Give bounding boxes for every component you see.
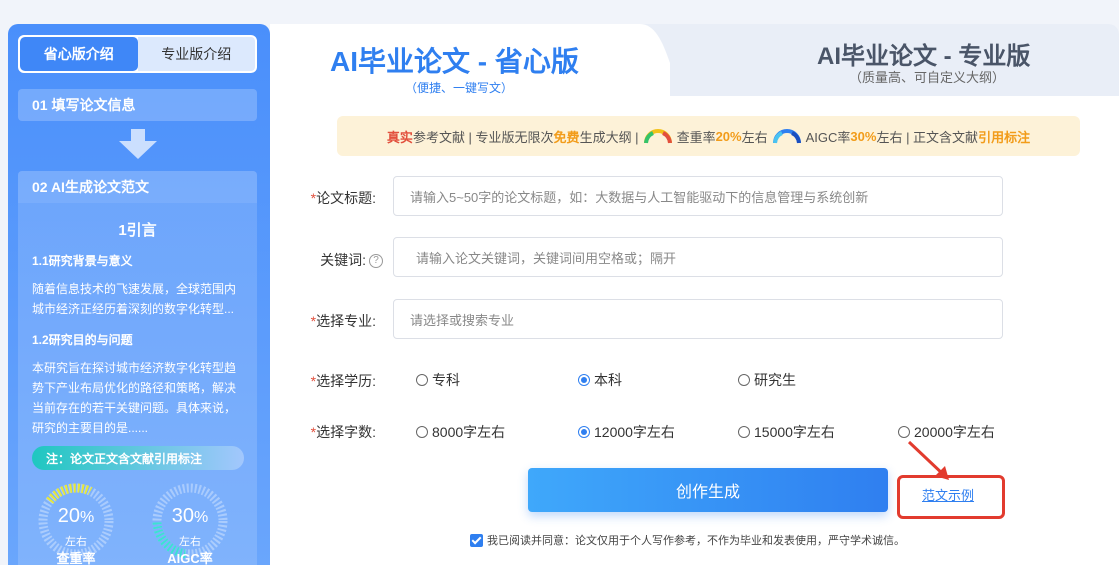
percent-unit: % bbox=[80, 509, 95, 526]
sample-section-body: 随着信息技术的飞速发展，全球范围内城市经济正经历着深刻的数字化转型... bbox=[32, 282, 237, 316]
banner-text: AIGC率 bbox=[805, 129, 851, 145]
radio-icon bbox=[416, 374, 428, 386]
page-subtitle: （便捷、一键写文） bbox=[405, 81, 514, 95]
degree-label: *选择学历: bbox=[276, 371, 376, 391]
label-text: 选择学历: bbox=[316, 373, 376, 389]
sample-section-body: 本研究旨在探讨城市经济数字化转型趋势下产业布局优化的路径和策略，解决当前存在的若… bbox=[32, 361, 237, 435]
banner-highlight: 30% bbox=[850, 128, 877, 144]
plagiarism-gauge: 20% 左右 查重率 bbox=[36, 481, 116, 565]
radio-icon bbox=[898, 426, 910, 438]
label-text: 选择专业: bbox=[316, 313, 376, 329]
help-icon[interactable]: ? bbox=[369, 254, 383, 269]
tab-basic-intro[interactable]: 省心版介绍 bbox=[20, 37, 138, 71]
sample-preview: 1引言 1.1研究背景与意义 随着信息技术的飞速发展，全球范围内城市经济正经历着… bbox=[18, 203, 257, 565]
gauge-approx: 左右 bbox=[179, 536, 201, 548]
gauge-label: 查重率 bbox=[56, 551, 96, 565]
title-label: *论文标题: bbox=[276, 188, 376, 208]
radio-label: 研究生 bbox=[754, 372, 796, 388]
sample-section-title: 1.1研究背景与意义 bbox=[32, 254, 133, 268]
degree-option-graduate[interactable]: 研究生 bbox=[738, 370, 796, 390]
banner-text: 左右 | 正文含文献 bbox=[876, 129, 979, 145]
radio-label: 本科 bbox=[594, 372, 622, 388]
keywords-label: 关键词:? bbox=[283, 250, 383, 270]
words-option-12000[interactable]: 12000字左右 bbox=[578, 422, 675, 442]
step-fill-info: 01 填写论文信息 bbox=[18, 89, 257, 121]
radio-label: 8000字左右 bbox=[432, 424, 506, 440]
radio-icon bbox=[416, 426, 428, 438]
gauge-icon bbox=[643, 129, 672, 144]
banner-text: 查重率 bbox=[676, 129, 716, 145]
radio-label: 15000字左右 bbox=[754, 424, 835, 440]
keywords-input[interactable]: 请输入论文关键词，关键词间用空格或；隔开 bbox=[393, 237, 1003, 277]
agreement-row[interactable]: 我已阅读并同意：论文仅用于个人写作参考，不作为毕业和发表使用，严守学术诚信。 bbox=[470, 532, 905, 548]
generate-button[interactable]: 创作生成 bbox=[528, 468, 888, 512]
sample-chapter-title: 1引言 bbox=[118, 222, 157, 239]
aigc-gauge: 30% 左右 AIGC率 bbox=[150, 481, 230, 565]
words-option-15000[interactable]: 15000字左右 bbox=[738, 422, 835, 442]
sample-example-link[interactable]: 范文示例 bbox=[922, 485, 974, 504]
degree-option-bachelor[interactable]: 本科 bbox=[578, 370, 622, 390]
radio-icon bbox=[578, 374, 590, 386]
label-text: 选择字数: bbox=[316, 424, 376, 440]
title-placeholder: 请输入5~50字的论文标题，如：大数据与人工智能驱动下的信息管理与系统创新 bbox=[410, 189, 869, 205]
tab-curve bbox=[640, 24, 700, 96]
keywords-placeholder: 请输入论文关键词，关键词间用空格或；隔开 bbox=[416, 250, 677, 266]
degree-option-junior[interactable]: 专科 bbox=[416, 370, 460, 390]
radio-icon bbox=[578, 426, 590, 438]
aigc-value: 30 bbox=[171, 505, 194, 527]
sidebar: 省心版介绍 专业版介绍 01 填写论文信息 02 AI生成论文范文 1引言 1.… bbox=[8, 24, 270, 565]
plagiarism-value: 20 bbox=[57, 505, 80, 527]
major-label: *选择专业: bbox=[276, 311, 376, 331]
banner-text: 左右 bbox=[741, 129, 768, 145]
label-text: 关键词: bbox=[320, 252, 366, 268]
gauge-label: AIGC率 bbox=[167, 551, 213, 565]
banner-highlight: 免费 bbox=[553, 129, 580, 145]
radio-icon bbox=[738, 374, 750, 386]
pro-version-subtitle: （质量高、可自定义大纲） bbox=[849, 70, 1006, 85]
gauge-icon bbox=[772, 129, 801, 144]
radio-label: 专科 bbox=[432, 372, 460, 388]
version-tabs: 省心版介绍 专业版介绍 bbox=[18, 35, 257, 73]
banner-highlight: 真实 bbox=[386, 129, 413, 145]
pro-version-title[interactable]: AI毕业论文 - 专业版 bbox=[817, 36, 1030, 71]
step-ai-generate: 02 AI生成论文范文 bbox=[18, 171, 257, 203]
banner-highlight: 引用标注 bbox=[978, 129, 1031, 145]
radio-icon bbox=[738, 426, 750, 438]
agreement-text: 我已阅读并同意：论文仅用于个人写作参考，不作为毕业和发表使用，严守学术诚信。 bbox=[487, 535, 905, 547]
wordcount-label: *选择字数: bbox=[276, 422, 376, 442]
title-input[interactable]: 请输入5~50字的论文标题，如：大数据与人工智能驱动下的信息管理与系统创新 bbox=[393, 176, 1003, 216]
citation-note-badge: 注：论文正文含文献引用标注 bbox=[32, 446, 244, 470]
percent-unit: % bbox=[194, 509, 209, 526]
major-placeholder: 请选择或搜索专业 bbox=[410, 312, 515, 328]
banner-highlight: 20% bbox=[715, 128, 742, 144]
agree-checkbox[interactable] bbox=[470, 533, 483, 547]
sample-section-title: 1.2研究目的与问题 bbox=[32, 333, 133, 347]
banner-text: 参考文献 | 专业版无限次 bbox=[412, 129, 554, 145]
words-option-8000[interactable]: 8000字左右 bbox=[416, 422, 505, 442]
tab-pro-intro[interactable]: 专业版介绍 bbox=[137, 37, 255, 71]
arrow-down-icon bbox=[119, 129, 157, 159]
major-select[interactable]: 请选择或搜索专业 bbox=[393, 299, 1003, 339]
radio-label: 12000字左右 bbox=[594, 424, 675, 440]
features-banner: 真实 参考文献 | 专业版无限次 免费 生成大纲 | 查重率 20% 左右 AI… bbox=[337, 116, 1080, 156]
label-text: 论文标题: bbox=[316, 190, 376, 206]
banner-text: 生成大纲 | bbox=[579, 129, 639, 145]
page-title: AI毕业论文 - 省心版 bbox=[330, 46, 579, 77]
gauge-approx: 左右 bbox=[65, 536, 87, 548]
